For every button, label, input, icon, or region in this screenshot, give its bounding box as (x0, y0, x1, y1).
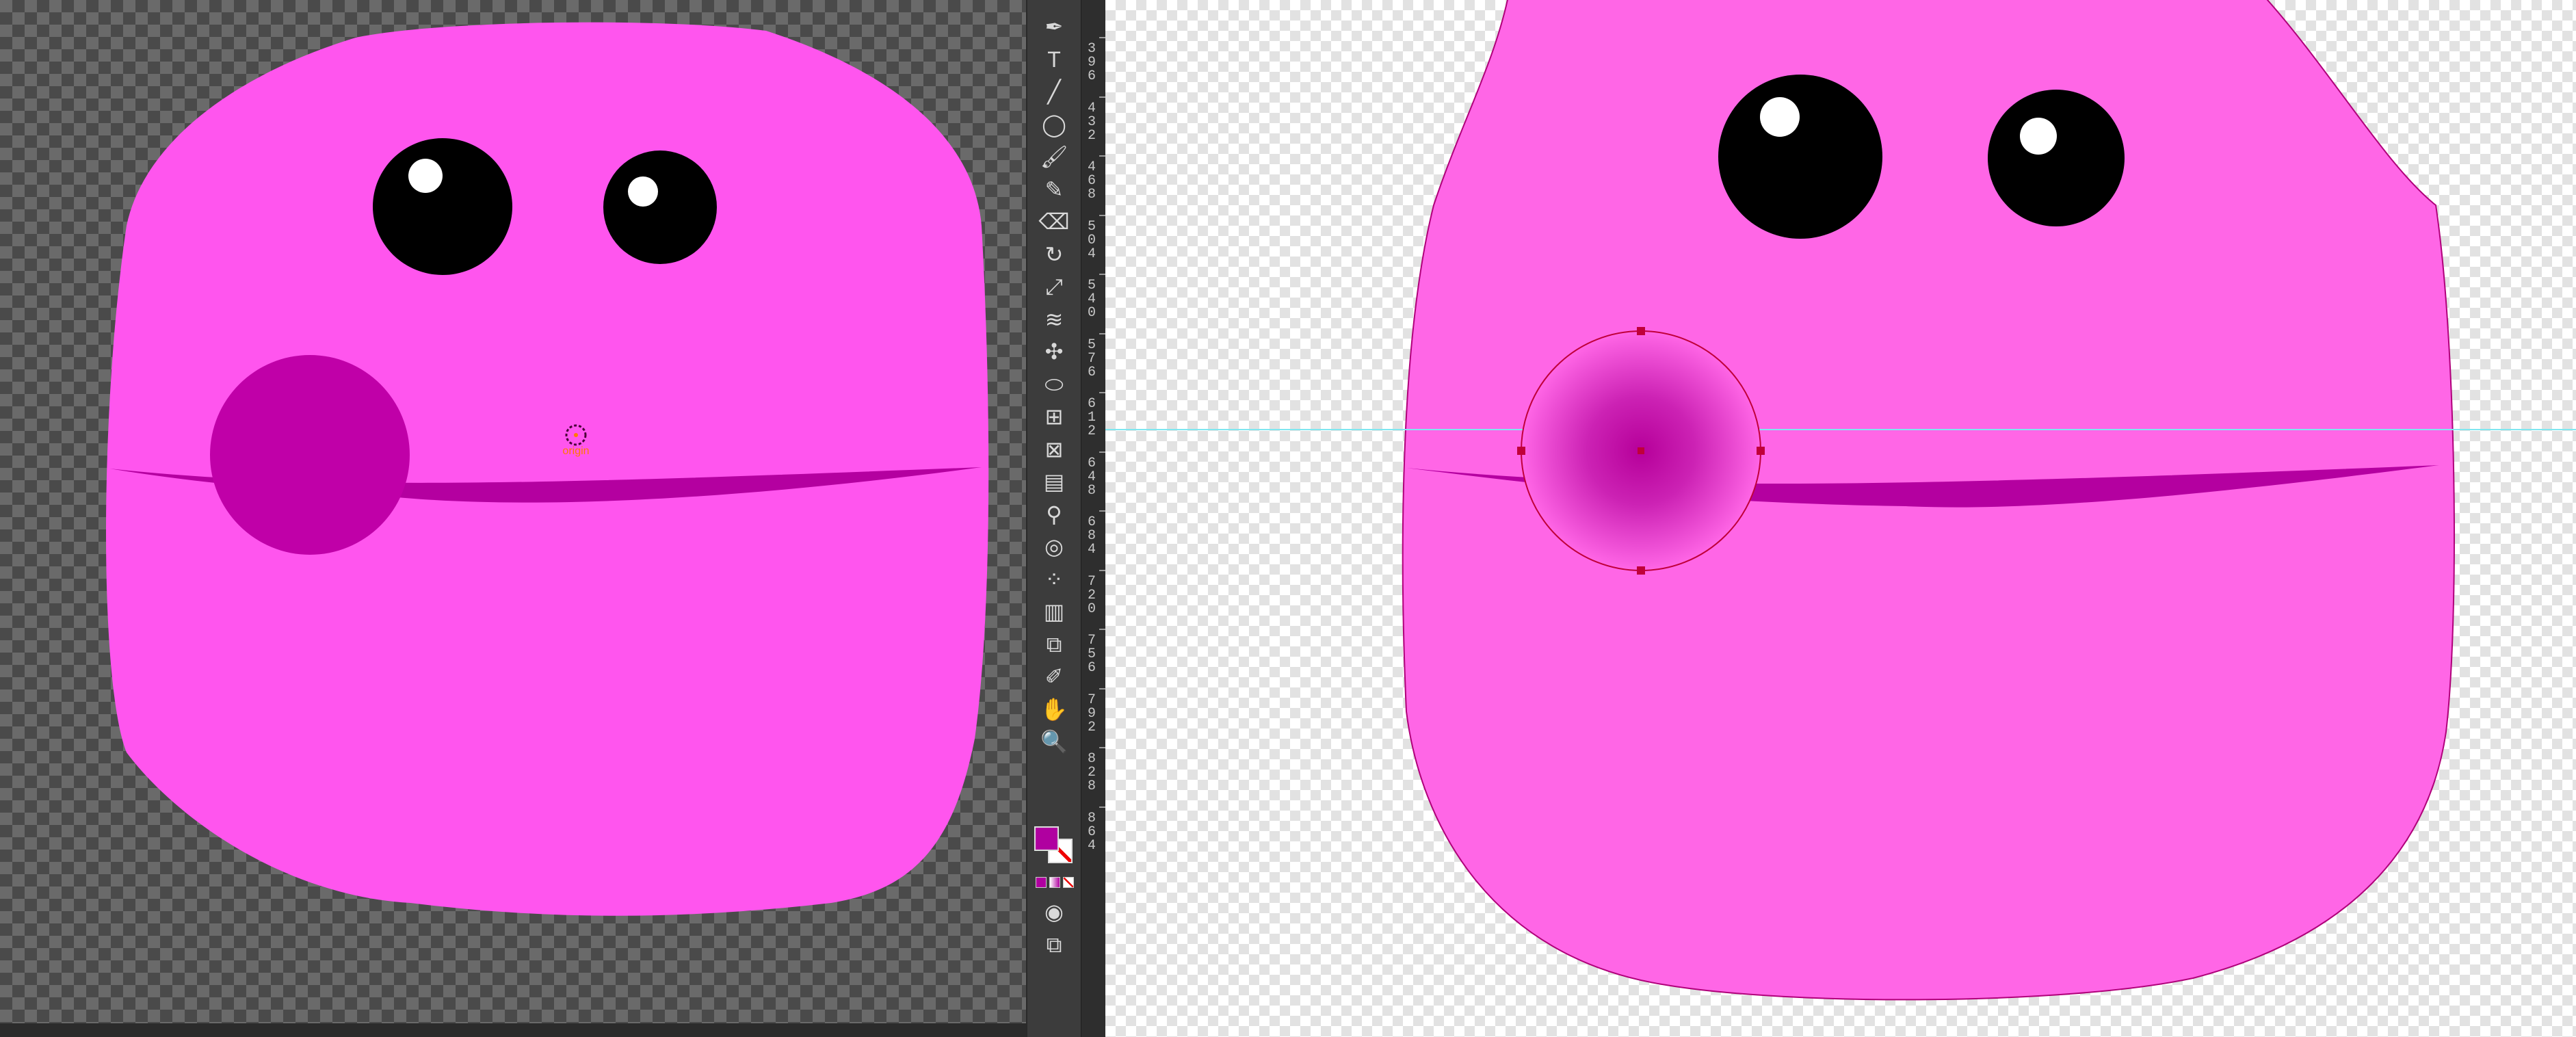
perspective-grid-tool-icon[interactable]: ⊞ (1038, 402, 1070, 431)
origin-label: origin (562, 445, 589, 457)
type-tool-icon[interactable]: T (1038, 45, 1070, 74)
tools-panel: ✒ T ╱ ◯ 🖌 ✎ ⌫ ↻ ⤢ ≋ ✣ ⬭ ⊞ ⊠ ▤ ⚲ ◎ ⁘ ▥ ⧉ ✐ ✋ 🔍 ◉ ⧉ (1026, 0, 1081, 1037)
right-eye-highlight (2020, 118, 2057, 155)
ruler-label: 612 (1087, 396, 1096, 439)
fill-stroke-swatches[interactable] (1034, 821, 1075, 863)
ruler-label: 720 (1087, 573, 1096, 617)
ruler-label: 540 (1087, 278, 1096, 321)
right-artwork (1105, 0, 2576, 1001)
rotate-tool-icon[interactable]: ↻ (1038, 240, 1070, 269)
shape-builder-tool-icon[interactable]: ⬭ (1038, 370, 1070, 399)
right-artboard-canvas[interactable] (1105, 0, 2576, 1037)
ruler-label: 864 (1087, 810, 1096, 854)
left-eye[interactable] (373, 138, 512, 275)
draw-mode-icon[interactable]: ◉ (1038, 897, 1070, 926)
ruler-label: 756 (1087, 633, 1096, 676)
mesh-tool-icon[interactable]: ⊠ (1038, 435, 1070, 464)
scale-tool-icon[interactable]: ⤢ (1038, 272, 1070, 301)
left-eye[interactable] (1718, 75, 1882, 239)
anchor-right[interactable] (1757, 447, 1765, 455)
blob-brush-tool-icon[interactable]: ✎ (1038, 175, 1070, 204)
anchor-bottom[interactable] (1637, 566, 1645, 575)
ruler-label: 504 (1087, 218, 1096, 262)
graph-tool-icon[interactable]: ▥ (1038, 597, 1070, 626)
right-eye[interactable] (603, 150, 717, 264)
anchor-top[interactable] (1637, 327, 1645, 335)
gradient-tool-icon[interactable]: ▤ (1038, 467, 1070, 496)
cheek-circle[interactable] (210, 355, 410, 555)
hand-tool-icon[interactable]: ✋ (1038, 695, 1070, 724)
fill-color-swatch[interactable] (1034, 826, 1059, 851)
paintbrush-tool-icon[interactable]: 🖌 (1038, 142, 1070, 171)
color-mode-buttons[interactable] (1036, 877, 1074, 888)
puppet-warp-tool-icon[interactable]: ✣ (1038, 337, 1070, 366)
symbol-sprayer-tool-icon[interactable]: ⁘ (1038, 565, 1070, 594)
left-eye-highlight (1760, 97, 1800, 137)
eyedropper-tool-icon[interactable]: ⚲ (1038, 500, 1070, 529)
ruler-label: 576 (1087, 337, 1096, 380)
left-artboard-canvas[interactable]: origin (0, 0, 1026, 1023)
ruler-label: 648 (1087, 455, 1096, 499)
vertical-ruler[interactable]: 396 432 468 504 540 576 612 648 684 720 756 792 828 8… (1081, 0, 1106, 1037)
zoom-tool-icon[interactable]: 🔍 (1038, 727, 1070, 756)
slice-tool-icon[interactable]: ✐ (1038, 662, 1070, 691)
warp-tool-icon[interactable]: ≋ (1038, 305, 1070, 334)
ruler-label: 432 (1087, 100, 1096, 144)
left-eye-highlight (408, 159, 443, 193)
left-status-bar (0, 1023, 1026, 1037)
ellipse-tool-icon[interactable]: ◯ (1038, 110, 1070, 139)
ruler-label: 828 (1087, 751, 1096, 794)
right-eye[interactable] (1988, 90, 2125, 226)
anchor-left[interactable] (1517, 447, 1525, 455)
eraser-tool-icon[interactable]: ⌫ (1038, 207, 1070, 236)
right-eye-highlight (628, 176, 658, 207)
left-artwork: origin (106, 22, 989, 916)
ruler-label: 792 (1087, 692, 1096, 735)
line-tool-icon[interactable]: ╱ (1038, 77, 1070, 106)
artboard-tool-icon[interactable]: ⧉ (1038, 630, 1070, 659)
screen-mode-icon[interactable]: ⧉ (1038, 930, 1070, 959)
ruler-label: 468 (1087, 159, 1096, 202)
ruler-label: 684 (1087, 514, 1096, 557)
pen-tool-icon[interactable]: ✒ (1038, 12, 1070, 41)
anchor-center (1638, 447, 1644, 454)
blend-tool-icon[interactable]: ◎ (1038, 532, 1070, 561)
ruler-label: 396 (1087, 41, 1096, 84)
